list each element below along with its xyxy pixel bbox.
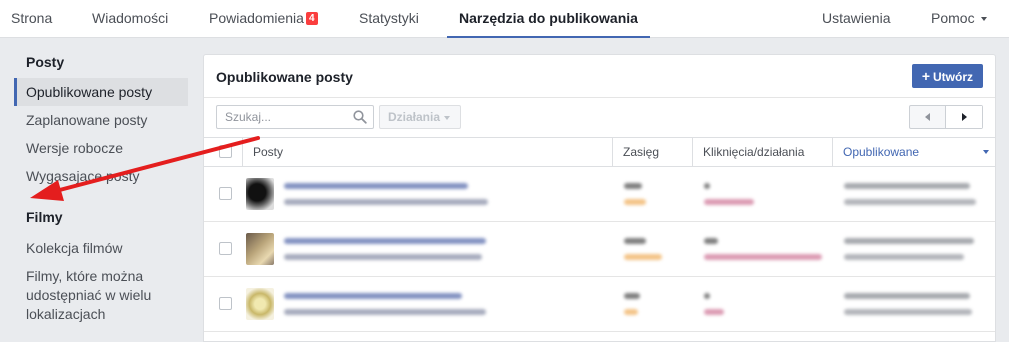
- help-menu[interactable]: Pomoc: [931, 0, 987, 38]
- post-thumbnail: [246, 233, 274, 265]
- create-button[interactable]: + Utwórz: [911, 64, 983, 88]
- column-zasieg[interactable]: Zasięg: [612, 138, 692, 166]
- settings-label: Ustawienia: [822, 10, 891, 26]
- reach-value-redacted: [624, 293, 640, 299]
- column-klikniecia[interactable]: Kliknięcia/działania: [692, 138, 832, 166]
- reach-bar-redacted: [624, 199, 646, 205]
- published-author-redacted: [844, 309, 972, 315]
- published-author-redacted: [844, 254, 964, 260]
- post-text-redacted: [284, 254, 482, 260]
- pagination: [909, 105, 983, 129]
- next-page-button[interactable]: [946, 106, 982, 128]
- search-box: [216, 105, 374, 129]
- clicks-bar-redacted: [704, 254, 822, 260]
- notification-badge: 4: [305, 12, 318, 25]
- published-posts-panel: Opublikowane posty +Utwórz Działania Pos…: [203, 54, 996, 342]
- sidebar-item-kolekcja-filmow[interactable]: Kolekcja filmów: [14, 239, 188, 257]
- published-author-redacted: [844, 199, 976, 205]
- create-label: Utwórz: [933, 70, 973, 84]
- clicks-value-redacted: [704, 293, 710, 299]
- sidebar-item-filmy-wiele-lokalizacji[interactable]: Filmy, które można udostępniać w wielu l…: [14, 267, 164, 324]
- sidebar-heading-posty: Posty: [26, 54, 65, 70]
- clicks-bar-redacted: [704, 199, 754, 205]
- sidebar-item-wersje-robocze[interactable]: Wersje robocze: [14, 139, 188, 157]
- post-text-redacted: [284, 309, 486, 315]
- actions-label: Działania: [388, 110, 441, 124]
- reach-bar-redacted: [624, 254, 662, 260]
- column-label: Opublikowane: [843, 145, 920, 159]
- settings-link[interactable]: Ustawienia: [822, 0, 890, 38]
- clicks-bar-redacted: [704, 309, 724, 315]
- search-input[interactable]: [217, 106, 345, 128]
- tab-label: Strona: [11, 10, 53, 26]
- table-row[interactable]: [204, 167, 995, 222]
- post-text-redacted: [284, 293, 462, 299]
- chevron-down-icon: [444, 115, 451, 120]
- select-all-checkbox[interactable]: [219, 145, 232, 158]
- reach-bar-redacted: [624, 309, 638, 315]
- sidebar: Posty Opublikowane posty Zaplanowane pos…: [0, 38, 200, 342]
- tab-label: Powiadomienia: [209, 10, 304, 26]
- sidebar-item-wygasajace-posty[interactable]: Wygasające posty: [14, 167, 188, 185]
- post-text-redacted: [284, 238, 486, 244]
- tab-strona[interactable]: Strona: [11, 0, 52, 38]
- reach-value-redacted: [624, 183, 642, 189]
- tab-narzedzia-do-publikowania[interactable]: Narzędzia do publikowania: [447, 0, 650, 38]
- post-text-redacted: [284, 183, 468, 189]
- panel-title: Opublikowane posty: [216, 69, 353, 85]
- table-header: Posty Zasięg Kliknięcia/działania Opubli…: [204, 137, 995, 167]
- post-text-redacted: [284, 199, 488, 205]
- tab-label: Narzędzia do publikowania: [459, 10, 638, 26]
- sidebar-item-opublikowane-posty[interactable]: Opublikowane posty: [14, 78, 188, 106]
- search-icon[interactable]: [353, 110, 367, 124]
- help-label: Pomoc: [931, 10, 975, 26]
- tab-powiadomienia[interactable]: Powiadomienia 4: [209, 0, 318, 38]
- column-opublikowane[interactable]: Opublikowane: [832, 138, 995, 166]
- top-navigation: Strona Wiadomości Powiadomienia 4 Statyst…: [0, 0, 1009, 38]
- row-checkbox[interactable]: [219, 187, 232, 200]
- sidebar-item-zaplanowane-posty[interactable]: Zaplanowane posty: [14, 111, 188, 129]
- chevron-left-icon: [925, 113, 930, 121]
- row-checkbox[interactable]: [219, 297, 232, 310]
- published-date-redacted: [844, 183, 970, 189]
- sidebar-heading-filmy: Filmy: [26, 209, 63, 225]
- previous-page-button[interactable]: [910, 106, 946, 128]
- table-row[interactable]: [204, 277, 995, 332]
- published-date-redacted: [844, 238, 974, 244]
- row-checkbox[interactable]: [219, 242, 232, 255]
- chevron-right-icon: [962, 113, 967, 121]
- clicks-value-redacted: [704, 183, 710, 189]
- tab-wiadomosci[interactable]: Wiadomości: [92, 0, 168, 38]
- post-thumbnail: [246, 178, 274, 210]
- plus-icon: +: [921, 68, 930, 84]
- published-date-redacted: [844, 293, 970, 299]
- sort-desc-icon: [983, 150, 989, 154]
- actions-dropdown[interactable]: Działania: [379, 105, 461, 129]
- column-posty[interactable]: Posty: [242, 138, 612, 166]
- tab-label: Statystyki: [359, 10, 419, 26]
- tab-label: Wiadomości: [92, 10, 169, 26]
- divider: [204, 97, 995, 98]
- post-thumbnail: [246, 288, 274, 320]
- table-row[interactable]: [204, 222, 995, 277]
- tab-statystyki[interactable]: Statystyki: [359, 0, 419, 38]
- clicks-value-redacted: [704, 238, 718, 244]
- chevron-down-icon: [980, 17, 987, 22]
- reach-value-redacted: [624, 238, 646, 244]
